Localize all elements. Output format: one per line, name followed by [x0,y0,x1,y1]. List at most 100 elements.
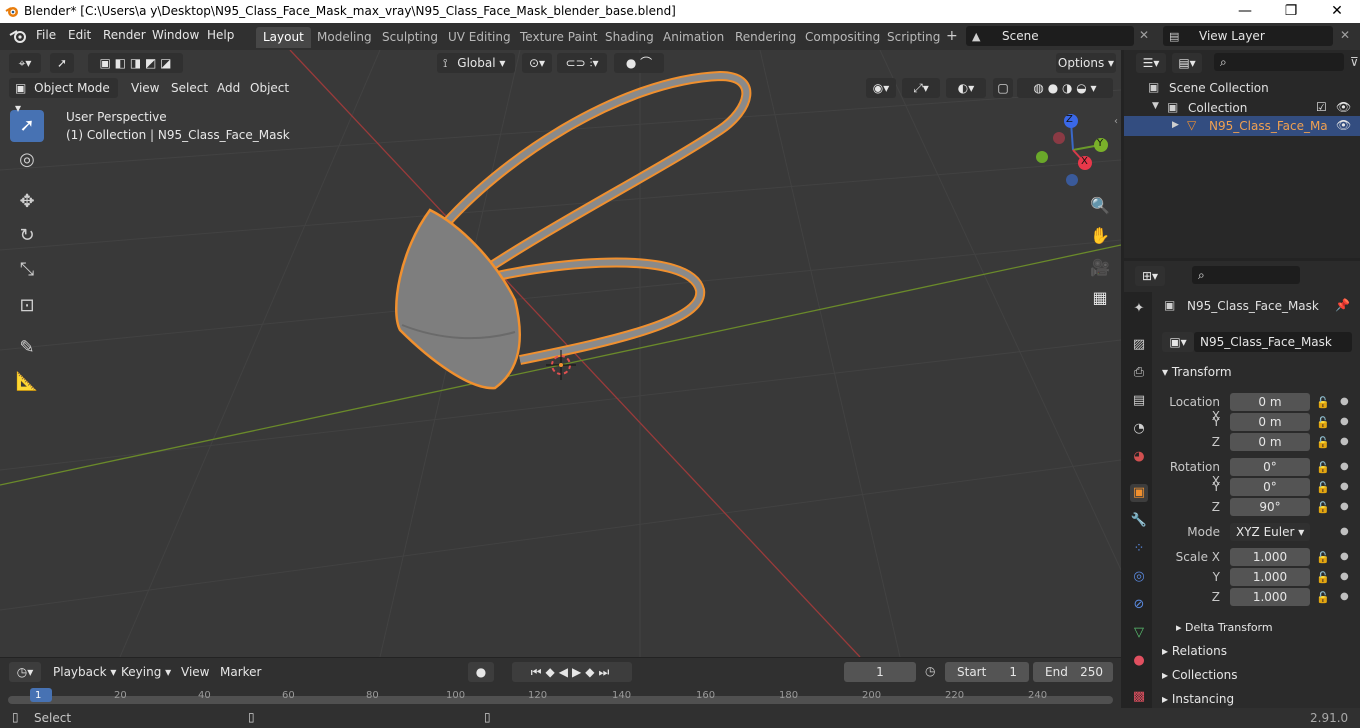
end-frame-field[interactable]: End 250 [1033,662,1113,682]
scale-y-field[interactable]: 1.000 [1230,568,1310,586]
view-layer-tab-icon[interactable]: ▤ [1130,392,1148,410]
lock-icon[interactable]: 🔓 [1316,461,1330,474]
scale-x-field[interactable]: 1.000 [1230,548,1310,566]
3d-viewport[interactable]: Z Y X User Perspective (1) Collection | … [0,50,1121,657]
constraints-tab-icon[interactable]: ⊘ [1130,596,1148,614]
tab-uv-editing[interactable]: UV Editing [441,27,518,48]
keyframe-dot-icon[interactable]: ● [1340,461,1349,472]
add-workspace-icon[interactable]: + [946,28,958,44]
outliner-search-input[interactable]: ⌕ [1214,53,1344,71]
modifier-tab-icon[interactable]: 🔧 [1130,512,1148,530]
lock-icon[interactable]: 🔓 [1316,591,1330,604]
keyframe-dot-icon[interactable]: ● [1340,416,1349,427]
viewport-menu-view[interactable]: View [131,81,159,95]
rotation-y-field[interactable]: 0° [1230,478,1310,496]
scene-close-icon[interactable]: ✕ [1139,28,1149,42]
xray-toggle[interactable]: ▢ [993,78,1013,98]
scale-z-field[interactable]: 1.000 [1230,588,1310,606]
outliner-editor-type[interactable]: ☰▾ [1136,53,1166,73]
mode-dropdown[interactable]: ▣ Object Mode ▾ [9,78,118,115]
tab-scripting[interactable]: Scripting [880,27,947,48]
display-mode-dropdown[interactable]: ▤▾ [1172,53,1202,73]
orientation-dropdown[interactable]: ⟟ Global ▾ [437,53,515,73]
render-tab-icon[interactable]: ▨ [1130,336,1148,354]
n95-mask-body[interactable] [395,208,521,390]
viewport-menu-select[interactable]: Select [171,81,208,95]
world-tab-icon[interactable]: ◕ [1130,448,1148,466]
lock-icon[interactable]: 🔓 [1316,416,1330,429]
menu-render[interactable]: Render [103,28,146,42]
visibility-dropdown[interactable]: ◉▾ [866,78,896,98]
pan-hand-icon[interactable]: ✋ [1086,222,1114,250]
annotate-tool[interactable]: ✎ [10,332,44,364]
current-frame-field[interactable]: 1 [844,662,916,682]
snap-toggle[interactable]: ⊂⊃ ⫶▾ [557,53,607,73]
tab-rendering[interactable]: Rendering [728,27,803,48]
pivot-dropdown[interactable]: ⊙▾ [522,53,552,73]
start-frame-field[interactable]: Start 1 [945,662,1029,682]
overlay-toggle[interactable]: ◐▾ [946,78,986,98]
select-mode-arrow[interactable]: ➚ [50,53,74,73]
keyframe-dot-icon[interactable]: ● [1340,436,1349,447]
properties-search-input[interactable]: ⌕ [1192,266,1300,284]
pin-icon[interactable]: 📌 [1335,298,1350,312]
keyframe-dot-icon[interactable]: ● [1340,571,1349,582]
rotation-z-field[interactable]: 90° [1230,498,1310,516]
tab-layout[interactable]: Layout [256,27,311,48]
menu-file[interactable]: File [36,28,56,42]
move-tool[interactable]: ✥ [10,186,44,218]
lock-icon[interactable]: 🔓 [1316,551,1330,564]
texture-tab-icon[interactable]: ▩ [1130,688,1148,706]
viewport-menu-add[interactable]: Add [217,81,240,95]
playback-menu[interactable]: Playback ▾ [53,665,116,679]
proportional-edit[interactable]: ● ⌒ [614,53,664,73]
properties-editor-type[interactable]: ⊞▾ [1135,266,1165,286]
tool-tab-icon[interactable]: ✦ [1130,300,1148,318]
gizmo-toggle[interactable]: ⤢▾ [902,78,940,98]
timeline-editor-type[interactable]: ◷▾ [9,662,41,682]
view-layer-selector[interactable]: ▤ View Layer [1163,26,1333,46]
rotate-tool[interactable]: ↻ [10,220,44,252]
scale-tool[interactable]: ⤡ [10,254,44,286]
options-dropdown[interactable]: Options ▾ [1056,53,1116,73]
relations-header[interactable]: ▸ Relations [1162,644,1227,658]
keyframe-dot-icon[interactable]: ● [1340,396,1349,407]
collection-checkbox[interactable]: ☑ [1316,100,1327,114]
sidebar-toggle-icon[interactable]: ‹ [1114,116,1118,127]
cursor-tool[interactable]: ◎ [10,144,44,176]
close-button[interactable]: ✕ [1314,0,1360,23]
scene-selector[interactable]: ▲ Scene [966,26,1134,46]
outliner-row-object[interactable]: ▶ ▽ N95_Class_Face_Ma 👁 [1124,116,1360,136]
grid-view-icon[interactable]: ▦ [1086,284,1114,312]
tab-texture-paint[interactable]: Texture Paint [513,27,604,48]
location-y-field[interactable]: 0 m [1230,413,1310,431]
keyframe-dot-icon[interactable]: ● [1340,551,1349,562]
marker-menu[interactable]: Marker [220,665,261,679]
tab-modeling[interactable]: Modeling [310,27,379,48]
material-tab-icon[interactable]: ● [1130,652,1148,670]
tab-animation[interactable]: Animation [656,27,731,48]
lock-icon[interactable]: 🔓 [1316,436,1330,449]
maximize-button[interactable]: ❐ [1268,0,1314,23]
location-x-field[interactable]: 0 m [1230,393,1310,411]
output-tab-icon[interactable]: ⎙ [1130,364,1148,382]
keyframe-dot-icon[interactable]: ● [1340,501,1349,512]
outliner-row-collection[interactable]: ▼ ▣ Collection ☑ 👁 [1124,98,1360,118]
viewport-menu-object[interactable]: Object [250,81,289,95]
object-name-input[interactable]: N95_Class_Face_Mask [1194,332,1352,352]
timer-icon[interactable]: ◷ [925,664,935,678]
rotation-x-field[interactable]: 0° [1230,458,1310,476]
object-tab-icon[interactable]: ▣ [1130,484,1148,502]
tab-sculpting[interactable]: Sculpting [375,27,445,48]
particles-tab-icon[interactable]: ⁘ [1130,540,1148,558]
collection-visibility-icon[interactable]: 👁 [1336,100,1351,114]
keyframe-dot-icon[interactable]: ● [1340,481,1349,492]
object-data-dropdown[interactable]: ▣▾ [1162,332,1194,352]
rotation-mode-dropdown[interactable]: XYZ Euler ▾ [1230,523,1310,541]
minimize-button[interactable]: — [1222,0,1268,23]
transform-header[interactable]: ▾ Transform [1162,365,1232,379]
menu-edit[interactable]: Edit [68,28,91,42]
measure-tool[interactable]: 📐 [10,366,44,398]
keyframe-dot-icon[interactable]: ● [1340,526,1349,537]
physics-tab-icon[interactable]: ◎ [1130,568,1148,586]
